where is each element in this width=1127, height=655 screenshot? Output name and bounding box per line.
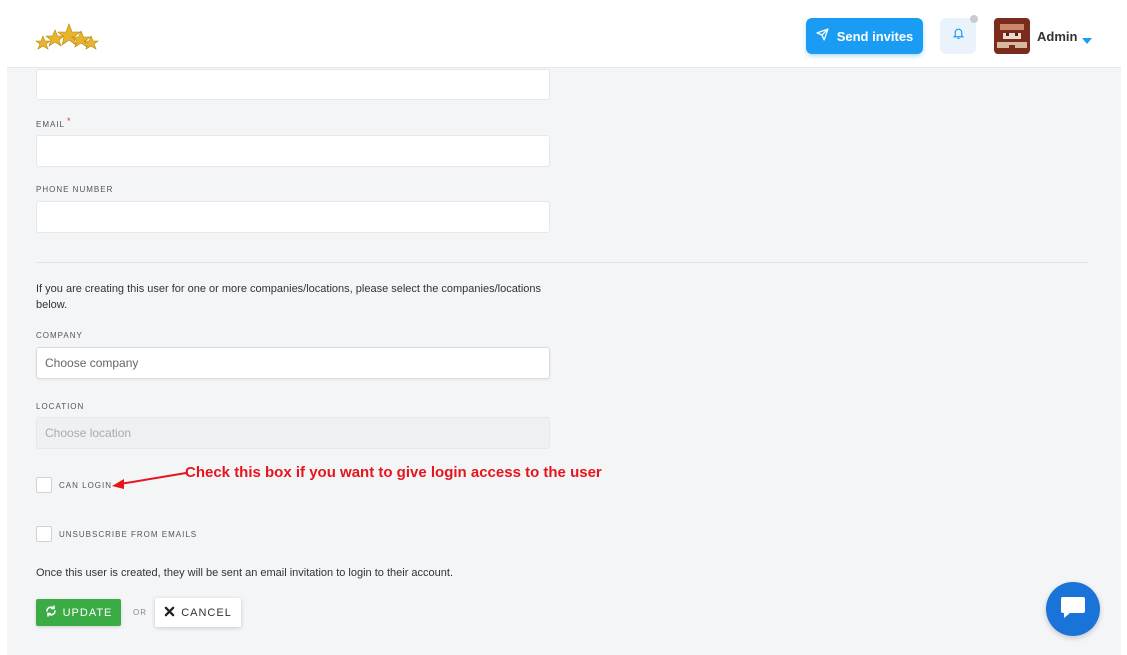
phone-input[interactable] (36, 201, 550, 233)
email-label: EMAIL * (36, 116, 72, 129)
can-login-checkbox[interactable] (36, 477, 52, 493)
location-placeholder: Choose location (45, 426, 132, 440)
company-placeholder: Choose company (45, 356, 139, 370)
send-invites-button[interactable]: Send invites (806, 18, 923, 54)
company-label: COMPANY (36, 331, 83, 340)
app-frame: Send invites Admin EMAIL * PHONE NUMBER … (7, 7, 1121, 655)
phone-label: PHONE NUMBER (36, 185, 114, 194)
invitation-note: Once this user is created, they will be … (36, 567, 453, 579)
can-login-label[interactable]: CAN LOGIN (59, 481, 112, 490)
annotation-arrow-icon (112, 472, 187, 489)
notifications-button[interactable] (940, 18, 976, 54)
notification-dot (970, 15, 978, 23)
location-label: LOCATION (36, 402, 85, 411)
section-divider (36, 262, 1088, 263)
company-info-text: If you are creating this user for one or… (36, 283, 542, 311)
name-input[interactable] (36, 69, 550, 100)
or-text: OR (133, 608, 147, 617)
bell-icon (952, 27, 965, 45)
send-invites-label: Send invites (836, 28, 914, 44)
update-button[interactable]: UPDATE (36, 599, 121, 626)
caret-down-icon[interactable] (1082, 32, 1092, 50)
company-select[interactable]: Choose company (36, 347, 550, 379)
location-select[interactable]: Choose location (36, 417, 550, 449)
user-name[interactable]: Admin (1037, 29, 1077, 44)
required-mark: * (67, 116, 72, 126)
update-label: UPDATE (62, 606, 113, 619)
cancel-label: CANCEL (181, 606, 232, 619)
top-header: Send invites Admin (7, 7, 1121, 68)
stars-logo[interactable] (33, 20, 99, 52)
close-icon (164, 606, 175, 620)
cancel-button[interactable]: CANCEL (155, 598, 241, 627)
chat-button[interactable] (1046, 582, 1100, 636)
annotation-text: Check this box if you want to give login… (185, 464, 602, 481)
chat-bubble-icon (1059, 594, 1087, 625)
refresh-icon (45, 605, 57, 620)
avatar[interactable] (994, 18, 1030, 54)
unsubscribe-checkbox[interactable] (36, 526, 52, 542)
unsubscribe-label[interactable]: UNSUBSCRIBE FROM EMAILS (59, 530, 197, 539)
email-input[interactable] (36, 135, 550, 167)
paper-plane-icon (816, 28, 829, 44)
